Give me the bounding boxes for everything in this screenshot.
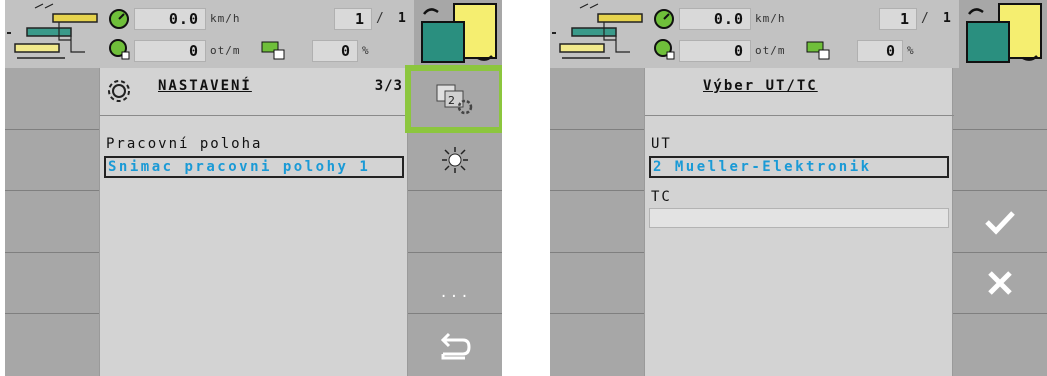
svg-text:2: 2 <box>448 94 455 107</box>
softkey-left-2[interactable] <box>5 130 99 192</box>
speedometer-icon <box>653 8 675 30</box>
left-softkeys <box>550 68 644 376</box>
working-position-label: Pracovní poloha <box>106 136 263 152</box>
rpm-unit: ot/m <box>755 44 786 57</box>
rpm-value: 0 <box>679 40 751 62</box>
machine-logo-icon <box>550 0 647 68</box>
pto-icon <box>108 38 130 60</box>
right-softkeys <box>953 68 1047 376</box>
softkey-left-3[interactable] <box>550 191 644 253</box>
gear-current: 1 <box>334 8 372 30</box>
status-bar: 0.0 km/h 1 / 1 0 ot/m 0 % <box>5 0 502 68</box>
rpm-unit: ot/m <box>210 44 241 57</box>
close-icon <box>953 253 1047 314</box>
more-icon: ... <box>408 253 502 314</box>
gear-total: 1 <box>398 11 407 26</box>
ut-label: UT <box>651 136 672 152</box>
gear-icon <box>106 78 132 108</box>
softkey-left-3[interactable] <box>5 191 99 253</box>
left-softkeys <box>5 68 99 376</box>
percent-unit: % <box>362 44 370 57</box>
confirm-button[interactable] <box>953 191 1047 253</box>
percent-value: 0 <box>312 40 358 62</box>
tractor-icon <box>805 38 830 60</box>
status-values: 0.0 km/h 1 / 1 0 ot/m 0 % <box>102 0 414 68</box>
softkey-left-4[interactable] <box>5 253 99 315</box>
percent-unit: % <box>907 44 915 57</box>
status-bar: 0.0 km/h 1 / 1 0 ot/m 0 % <box>550 0 1047 68</box>
percent-value: 0 <box>857 40 903 62</box>
speed-unit: km/h <box>755 12 786 25</box>
page-header: NASTAVENÍ 3/3 <box>100 68 409 116</box>
rpm-value: 0 <box>134 40 206 62</box>
page-number: 3/3 <box>374 78 403 94</box>
softkey-left-2[interactable] <box>550 130 644 192</box>
settings-content: NASTAVENÍ 3/3 Pracovní poloha Snimac pra… <box>99 68 409 376</box>
softkey-right-3[interactable] <box>408 191 502 253</box>
page-title: Výber UT/TC <box>703 78 818 94</box>
more-button[interactable]: ... <box>408 253 502 315</box>
speedometer-icon <box>108 8 130 30</box>
page-title: NASTAVENÍ <box>158 78 252 94</box>
more-label: ... <box>439 285 471 302</box>
ut-select-button[interactable]: 2 <box>405 65 502 133</box>
softkey-left-5[interactable] <box>550 314 644 376</box>
tc-field[interactable] <box>649 208 949 228</box>
softkey-left-1[interactable] <box>5 68 99 130</box>
settings-screen: 0.0 km/h 1 / 1 0 ot/m 0 % NASTAVENÍ 3/3 … <box>5 0 502 376</box>
light-icon <box>408 130 502 191</box>
speed-value: 0.0 <box>134 8 206 30</box>
page-header: Výber UT/TC <box>645 68 954 116</box>
status-values: 0.0 km/h 1 / 1 0 ot/m 0 % <box>647 0 959 68</box>
machine-logo-icon <box>5 0 102 68</box>
ut-select-icon: 2 <box>408 68 502 129</box>
cancel-button[interactable] <box>953 253 1047 315</box>
back-icon <box>408 314 502 375</box>
check-icon <box>953 191 1047 252</box>
softkey-left-4[interactable] <box>550 253 644 315</box>
ut-tc-select-screen: 0.0 km/h 1 / 1 0 ot/m 0 % Výber UT/TC UT… <box>550 0 1047 376</box>
working-position-sensor-field[interactable]: Snimac pracovni polohy 1 <box>104 156 404 178</box>
right-softkeys: 2 ... <box>405 65 502 376</box>
back-button[interactable] <box>408 314 502 376</box>
tractor-icon <box>260 38 285 60</box>
tc-label: TC <box>651 189 672 205</box>
softkey-right-5[interactable] <box>953 314 1047 376</box>
light-button[interactable] <box>408 130 502 192</box>
ut-tc-content: Výber UT/TC UT 2 Mueller-Elektronik TC <box>644 68 954 376</box>
mode-switch-button[interactable] <box>414 0 502 68</box>
speed-unit: km/h <box>210 12 241 25</box>
softkey-left-5[interactable] <box>5 314 99 376</box>
gear-separator: / <box>376 11 385 26</box>
mode-switch-button[interactable] <box>959 0 1047 68</box>
speed-value: 0.0 <box>679 8 751 30</box>
gear-total: 1 <box>943 11 952 26</box>
gear-separator: / <box>921 11 930 26</box>
softkey-right-1[interactable] <box>953 68 1047 130</box>
softkey-left-1[interactable] <box>550 68 644 130</box>
ut-field[interactable]: 2 Mueller-Elektronik <box>649 156 949 178</box>
softkey-right-2[interactable] <box>953 130 1047 192</box>
pto-icon <box>653 38 675 60</box>
gear-current: 1 <box>879 8 917 30</box>
